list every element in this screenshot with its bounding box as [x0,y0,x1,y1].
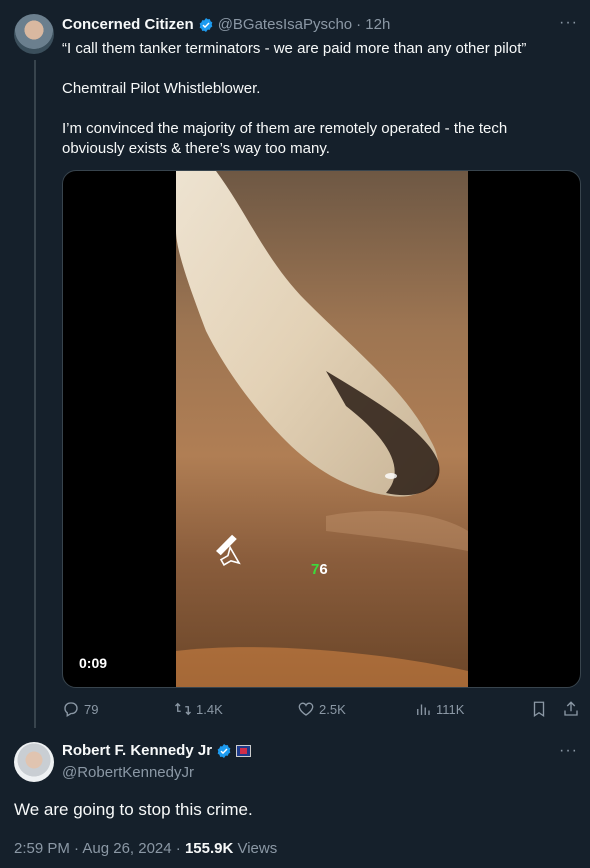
author-name[interactable]: Robert F. Kennedy Jr [62,742,212,759]
author-name[interactable]: Concerned Citizen [62,16,194,33]
repost-count: 1.4K [196,701,223,717]
views-button[interactable]: 111K [414,700,464,718]
verified-badge-icon [217,743,231,758]
sound-on-sticker-icon [216,534,241,566]
video-player[interactable]: 76 0:09 [62,170,581,688]
like-button[interactable]: 2.5K [297,700,346,718]
thread-line [34,60,36,728]
quoted-tweet-header: Concerned Citizen @BGatesIsaPyscho · 12h [62,16,390,33]
share-icon [564,701,578,716]
quoted-tweet-text: “I call them tanker terminators - we are… [62,39,572,179]
affiliate-badge-icon[interactable] [236,744,252,757]
post-time[interactable]: · 12h [356,16,390,33]
reply-button[interactable]: 79 [62,700,98,718]
bookmark-icon [533,701,545,718]
share-button[interactable] [562,700,580,718]
repost-icon [175,702,191,716]
reply-icon [64,702,78,717]
author-handle[interactable]: @BGatesIsaPyscho [218,16,352,33]
video-frame[interactable]: 76 [176,171,468,687]
bookmark-button[interactable] [530,700,548,718]
tweet-paragraph: I’m convinced the majority of them are r… [62,120,508,157]
video-timestamp: 0:09 [79,655,108,671]
more-options-icon[interactable]: ··· [559,14,578,32]
tweet-timestamp[interactable]: 2:59 PM · Aug 26, 2024 · [14,840,185,857]
verified-badge-icon [199,17,213,32]
views-count: 155.9K [184,840,234,857]
more-options-icon[interactable]: ··· [559,742,578,760]
tweet-meta: 2:59 PM · Aug 26, 2024 · 155.9K Views [14,840,277,857]
repost-button[interactable]: 1.4K [174,700,223,718]
heart-icon [298,702,314,716]
tweet-paragraph: “I call them tanker terminators - we are… [62,40,527,57]
avatar-rfk-jr[interactable] [14,742,54,782]
reply-count: 79 [84,701,99,717]
view-count: 111K [436,701,465,717]
video-counter-overlay: 76 [311,561,328,578]
tweet-text: We are going to stop this crime. [14,800,253,819]
action-bar: 79 1.4K 2.5K 111K [62,700,582,722]
contrail-cloud-image [176,171,468,687]
tweet-header: Robert F. Kennedy Jr [62,742,252,759]
tweet-paragraph: Chemtrail Pilot Whistleblower. [62,80,261,97]
like-count: 2.5K [319,701,346,717]
views-label: Views [233,840,278,857]
author-handle[interactable]: @RobertKennedyJr [62,764,194,781]
avatar-concerned-citizen[interactable] [14,14,54,54]
analytics-icon [417,704,430,715]
